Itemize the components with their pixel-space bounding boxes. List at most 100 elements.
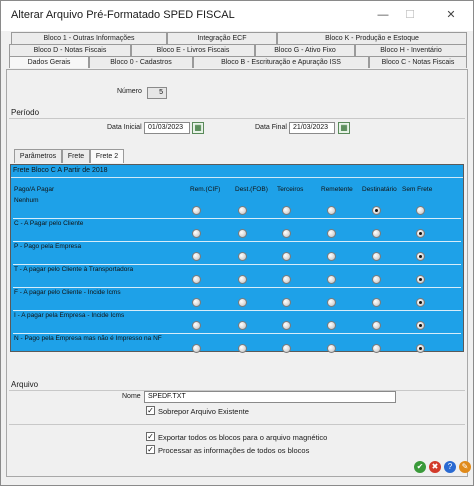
- help-icon[interactable]: ?: [444, 461, 456, 473]
- processar-checkbox[interactable]: ✓: [146, 445, 155, 454]
- frete-radio[interactable]: [416, 252, 425, 261]
- cancel-icon[interactable]: ✖: [429, 461, 441, 473]
- col-remetente: Remetente: [321, 186, 353, 193]
- close-button[interactable]: ✕: [441, 7, 461, 23]
- frete-radio[interactable]: [238, 229, 247, 238]
- processar-label: Processar as informações de todos os blo…: [158, 446, 310, 455]
- maximize-button[interactable]: ☐: [400, 7, 420, 23]
- frete-radio[interactable]: [238, 321, 247, 330]
- frete-radio[interactable]: [192, 252, 201, 261]
- subtab-parametros[interactable]: Parâmetros: [14, 149, 62, 163]
- frete-radio[interactable]: [416, 321, 425, 330]
- numero-field[interactable]: 5: [147, 87, 167, 99]
- window: Alterar Arquivo Pré-Formatado SPED FISCA…: [0, 0, 474, 486]
- exportar-checkbox[interactable]: ✓: [146, 432, 155, 441]
- subtab-frete-2[interactable]: Frete 2: [90, 149, 124, 163]
- col-dest-fob: Dest.(FOB): [235, 186, 268, 193]
- frete-radio[interactable]: [416, 298, 425, 307]
- frete-radio[interactable]: [327, 344, 336, 353]
- frete-radio[interactable]: [192, 206, 201, 215]
- frete-radio[interactable]: [282, 275, 291, 284]
- frete-radio[interactable]: [372, 321, 381, 330]
- frete-radio[interactable]: [327, 206, 336, 215]
- frete-radio[interactable]: [282, 206, 291, 215]
- nome-field[interactable]: SPEDF.TXT: [144, 391, 396, 403]
- confirm-icon[interactable]: ✔: [414, 461, 426, 473]
- frete-radio[interactable]: [238, 206, 247, 215]
- frete-radio[interactable]: [282, 252, 291, 261]
- frete-radio[interactable]: [282, 321, 291, 330]
- frete-row-divider: [13, 333, 461, 334]
- frete-radio[interactable]: [238, 252, 247, 261]
- frete-radio[interactable]: [416, 206, 425, 215]
- frete-header: Frete Bloco C A Partir de 2018: [13, 167, 108, 174]
- frete-row-divider: [13, 218, 461, 219]
- frete-radio[interactable]: [372, 229, 381, 238]
- col-terceiros: Terceiros: [277, 186, 304, 193]
- col-sem-frete: Sem Frete: [402, 186, 433, 193]
- tab-bloco-c[interactable]: Bloco C - Notas Fiscais: [369, 56, 467, 68]
- frete-radio[interactable]: [282, 298, 291, 307]
- frete-radio[interactable]: [192, 344, 201, 353]
- tab-bloco-e[interactable]: Bloco E - Livros Fiscais: [131, 44, 255, 56]
- frete-radio[interactable]: [327, 275, 336, 284]
- tab-bloco-g[interactable]: Bloco G - Ativo Fixo: [255, 44, 355, 56]
- frete-row-divider: [13, 241, 461, 242]
- frete-radio[interactable]: [416, 275, 425, 284]
- frete-radio[interactable]: [282, 344, 291, 353]
- tab-bloco-d[interactable]: Bloco D - Notas Fiscais: [9, 44, 131, 56]
- calendar-icon[interactable]: ▦: [338, 122, 350, 134]
- pago-a-pagar-label: Pago/A Pagar: [14, 186, 55, 193]
- frete-row-label: Nenhum: [14, 197, 39, 204]
- frete-radio[interactable]: [327, 252, 336, 261]
- frete-radio[interactable]: [238, 298, 247, 307]
- data-inicial-label: Data Inicial: [107, 124, 142, 131]
- sobrepor-checkbox[interactable]: ✓: [146, 406, 155, 415]
- frete-radio[interactable]: [192, 229, 201, 238]
- periodo-section-title: Período: [11, 108, 40, 117]
- options-divider: [9, 424, 465, 425]
- col-rem-cif: Rem.(CIF): [190, 186, 221, 193]
- tools-icon[interactable]: ✎: [459, 461, 471, 473]
- frete-radio[interactable]: [416, 229, 425, 238]
- frete-row-label: P - Pago pela Empresa: [14, 243, 82, 250]
- data-final-field[interactable]: 21/03/2023: [289, 122, 335, 134]
- tab-bloco-h[interactable]: Bloco H - Inventário: [355, 44, 467, 56]
- frete-row-divider: [13, 287, 461, 288]
- calendar-icon[interactable]: ▦: [192, 122, 204, 134]
- subtab-frete[interactable]: Frete: [62, 149, 90, 163]
- arquivo-section-title: Arquivo: [11, 380, 39, 389]
- frete-row-label: N - Pago pela Empresa mas não é Impresso…: [14, 335, 162, 342]
- tab-integracao-ecf[interactable]: Integração ECF: [167, 32, 277, 44]
- frete-row-label: C - A Pagar pelo Cliente: [14, 220, 84, 227]
- tab-bloco-k[interactable]: Bloco K - Produção e Estoque: [277, 32, 467, 44]
- tab-dados-gerais[interactable]: Dados Gerais: [9, 56, 89, 68]
- frete-row-label: F - A pagar pelo Cliente - Incide Icms: [14, 289, 121, 296]
- frete-radio[interactable]: [192, 275, 201, 284]
- minimize-button[interactable]: —: [373, 7, 393, 23]
- frete-row-divider: [13, 264, 461, 265]
- frete-radio[interactable]: [238, 344, 247, 353]
- frete-radio[interactable]: [372, 298, 381, 307]
- tab-bloco-0[interactable]: Bloco 0 - Cadastros: [89, 56, 193, 68]
- tab-bloco-1[interactable]: Bloco 1 - Outras Informações: [11, 32, 167, 44]
- frete-header-divider: [11, 177, 463, 178]
- tab-bloco-b[interactable]: Bloco B - Escrituração e Apuração ISS: [193, 56, 369, 68]
- frete-radio[interactable]: [192, 298, 201, 307]
- frete-radio[interactable]: [327, 298, 336, 307]
- frete-radio[interactable]: [372, 206, 381, 215]
- periodo-divider: [9, 118, 465, 119]
- data-final-label: Data Final: [255, 124, 287, 131]
- frete-row-label: T - A pagar pelo Cliente à Transportador…: [14, 266, 134, 273]
- data-inicial-field[interactable]: 01/03/2023: [144, 122, 190, 134]
- frete-radio[interactable]: [416, 344, 425, 353]
- frete-radio[interactable]: [282, 229, 291, 238]
- frete-radio[interactable]: [192, 321, 201, 330]
- frete-radio[interactable]: [238, 275, 247, 284]
- frete-radio[interactable]: [372, 252, 381, 261]
- frete-radio[interactable]: [327, 229, 336, 238]
- frete-radio[interactable]: [372, 275, 381, 284]
- title-bar: Alterar Arquivo Pré-Formatado SPED FISCA…: [1, 1, 473, 31]
- frete-radio[interactable]: [372, 344, 381, 353]
- frete-radio[interactable]: [327, 321, 336, 330]
